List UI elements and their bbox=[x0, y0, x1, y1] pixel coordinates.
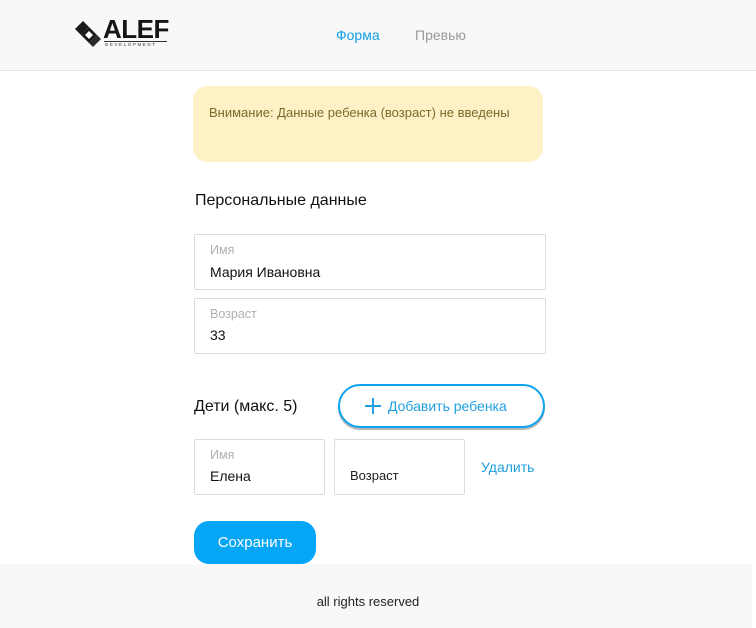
nav-tab-preview[interactable]: Превью bbox=[415, 26, 466, 44]
child-name-field[interactable]: Имя Елена bbox=[194, 439, 325, 495]
personal-section-title: Персональные данные bbox=[195, 192, 367, 209]
footer-text: all rights reserved bbox=[316, 594, 420, 609]
age-field[interactable]: Возраст 33 bbox=[194, 298, 546, 354]
logo-subtitle: DEVELOPMENT bbox=[105, 42, 157, 47]
add-child-label: Добавить ребенка bbox=[388, 398, 507, 414]
child-age-placeholder[interactable]: Возраст bbox=[350, 467, 399, 485]
logo-name: ALEF bbox=[103, 14, 169, 44]
delete-child-link[interactable]: Удалить bbox=[481, 458, 534, 476]
add-child-button[interactable]: Добавить ребенка bbox=[338, 384, 545, 428]
children-section-title: Дети (макс. 5) bbox=[194, 398, 298, 415]
logo[interactable]: ALEF DEVELOPMENT bbox=[73, 14, 169, 49]
child-name-label: Имя bbox=[210, 448, 235, 462]
name-field-value[interactable]: Мария Ивановна bbox=[210, 263, 320, 281]
child-name-value[interactable]: Елена bbox=[210, 467, 251, 485]
child-age-field[interactable]: Возраст bbox=[334, 439, 465, 495]
warning-alert: Внимание: Данные ребенка (возраст) не вв… bbox=[193, 86, 543, 162]
logo-mark-icon bbox=[75, 21, 101, 47]
nav-tab-form[interactable]: Форма bbox=[336, 26, 380, 44]
footer: all rights reserved bbox=[0, 564, 752, 628]
name-field[interactable]: Имя Мария Ивановна bbox=[194, 234, 546, 290]
header: ALEF DEVELOPMENT Форма Превью bbox=[0, 0, 756, 71]
plus-icon bbox=[365, 398, 381, 414]
save-button[interactable]: Сохранить bbox=[194, 521, 316, 564]
name-field-label: Имя bbox=[210, 243, 235, 257]
age-field-value[interactable]: 33 bbox=[210, 326, 226, 344]
age-field-label: Возраст bbox=[210, 307, 257, 321]
